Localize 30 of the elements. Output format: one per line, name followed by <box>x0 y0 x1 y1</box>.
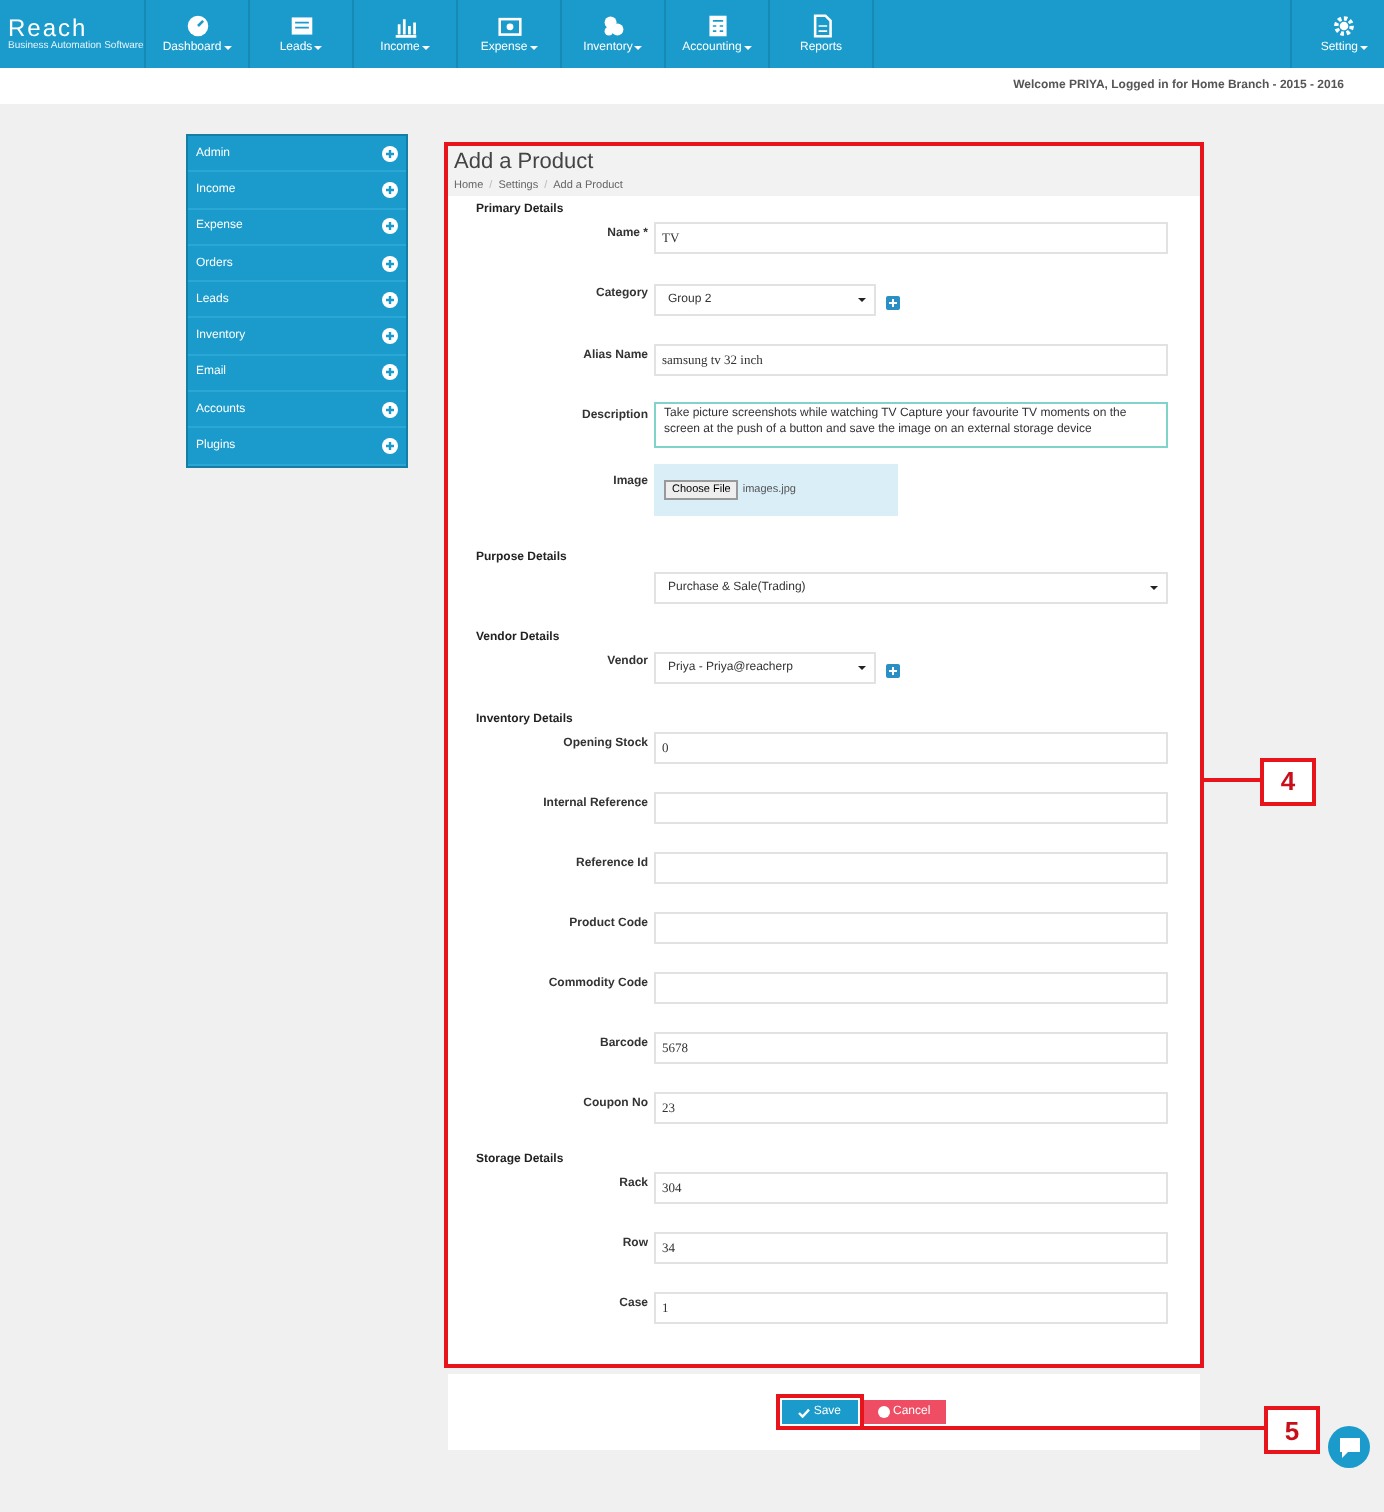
text-input[interactable] <box>654 792 1168 824</box>
settings-icon <box>1332 14 1357 38</box>
card-icon <box>289 14 313 38</box>
plus-circle-icon <box>382 291 398 308</box>
plus-circle-icon <box>382 328 398 345</box>
text-input[interactable] <box>654 912 1168 944</box>
calculator-icon <box>705 14 729 38</box>
callout-number: 5 <box>1264 1406 1320 1454</box>
banknote-icon <box>497 14 521 38</box>
plus-circle-icon <box>382 181 398 198</box>
chat-icon[interactable] <box>1328 1426 1370 1468</box>
plus-circle-icon <box>382 145 398 162</box>
plus-circle-icon <box>382 255 398 272</box>
document-icon <box>809 14 833 38</box>
add-icon[interactable] <box>886 296 900 310</box>
page-title: Add a Product <box>454 150 596 176</box>
highlight-frame <box>775 1394 863 1430</box>
logo-text: Reach <box>8 16 88 40</box>
bar-chart-icon <box>393 14 417 38</box>
leader-line <box>1200 777 1260 782</box>
callout-number: 4 <box>1260 757 1316 806</box>
plus-circle-icon <box>382 438 398 455</box>
checkmark-icon <box>797 1407 810 1417</box>
text-input[interactable] <box>654 852 1168 884</box>
plus-circle-icon <box>382 401 398 418</box>
text-input[interactable] <box>654 972 1168 1004</box>
gauge-icon <box>185 14 209 38</box>
plus-circle-icon <box>382 218 398 235</box>
add-icon[interactable] <box>886 664 900 678</box>
plus-circle-icon <box>382 364 398 381</box>
